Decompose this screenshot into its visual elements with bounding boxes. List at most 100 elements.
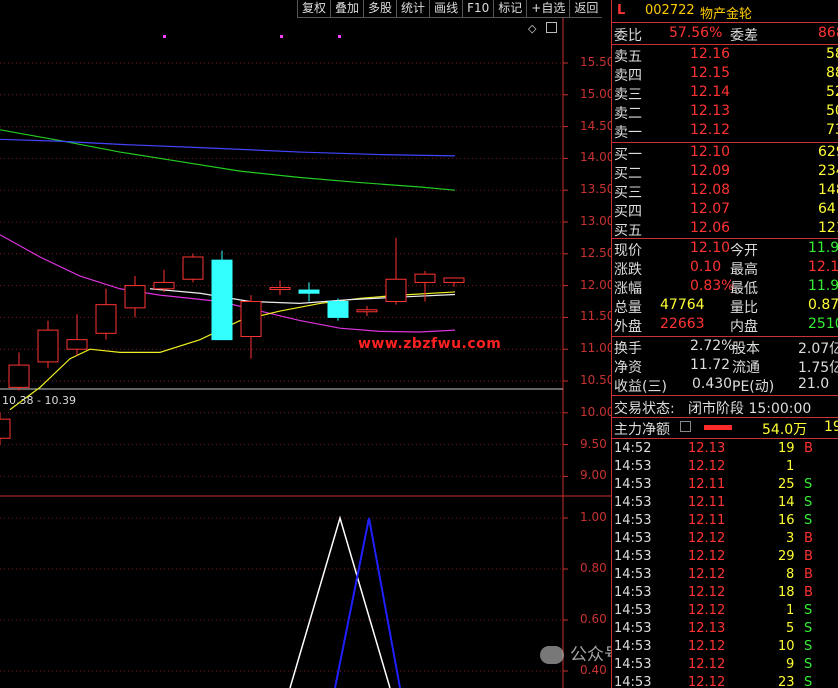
signal-dot <box>163 35 166 38</box>
price-tick-label: 10.00 <box>580 404 615 419</box>
trade-price: 12.12 <box>688 657 726 672</box>
toolbar-button-3[interactable]: 统计 <box>396 0 430 18</box>
trade-row: 14:53 12.12 3 B <box>612 530 838 548</box>
trade-direction: B <box>804 549 813 564</box>
diamond-icon[interactable]: ◇ <box>528 22 536 35</box>
toolbar-button-5[interactable]: F10 <box>462 0 494 18</box>
bid-price: 12.07 <box>690 201 731 217</box>
flow-extra: 19 <box>824 419 838 435</box>
indicator-tick-label: 1.00 <box>580 510 607 524</box>
candle-body <box>327 301 349 318</box>
weicha-label: 委差 <box>730 28 758 44</box>
trade-row: 14:53 12.12 29 B <box>612 548 838 566</box>
price-tick-label: 14.00 <box>580 150 615 165</box>
candle-body <box>414 273 436 283</box>
weibi-value: 57.56% <box>669 25 723 41</box>
trade-row: 14:53 12.12 1 S <box>612 602 838 620</box>
trade-volume: 18 <box>778 585 795 600</box>
price-tick-label: 10.50 <box>580 373 615 387</box>
trade-volume: 9 <box>786 657 795 672</box>
trade-direction: S <box>804 639 813 654</box>
trade-volume: 29 <box>778 549 795 564</box>
fund-value: 11.72 <box>690 357 731 373</box>
candle-body <box>124 285 146 309</box>
quote-label: 今开 <box>730 243 758 259</box>
toolbar-button-6[interactable]: 标记 <box>493 0 527 18</box>
quote-value: 11.99 <box>808 240 838 256</box>
toolbar-button-1[interactable]: 叠加 <box>330 0 364 18</box>
quote-label: 涨幅 <box>614 281 642 297</box>
stock-code[interactable]: 002722 <box>645 3 695 18</box>
divider <box>612 142 838 143</box>
flow-label: 主力净额 <box>614 422 670 438</box>
flow-value: 54.0万 <box>762 422 808 438</box>
signal-dot <box>280 35 283 38</box>
status-label: 交易状态: <box>614 401 675 417</box>
weicha-value: 868 <box>818 25 838 41</box>
toolbar-button-4[interactable]: 画线 <box>429 0 463 18</box>
stock-name[interactable]: 物产金轮 <box>700 3 752 22</box>
toolbar-button-0[interactable]: 复权 <box>297 0 331 18</box>
trade-volume: 8 <box>786 567 795 582</box>
trade-price: 12.13 <box>688 441 726 456</box>
signal-dot <box>338 35 341 38</box>
ask-volume: 88 <box>826 65 838 81</box>
window-icon[interactable] <box>546 22 557 33</box>
bid-price: 12.09 <box>690 163 731 179</box>
ask-price: 12.13 <box>690 103 731 119</box>
divider <box>612 336 838 337</box>
fund-label: 收益(三) <box>614 379 667 395</box>
bid-price: 12.06 <box>690 220 731 236</box>
trade-price: 12.11 <box>688 513 726 528</box>
price-tick-label: 15.00 <box>580 86 615 101</box>
trade-price: 12.12 <box>688 639 726 654</box>
trade-time: 14:53 <box>614 531 652 546</box>
trade-row: 14:53 12.12 10 S <box>612 638 838 656</box>
bid-volume: 148 <box>818 182 838 198</box>
toolbar-button-8[interactable]: 返回 <box>569 0 603 18</box>
candle-body <box>240 301 262 337</box>
trade-time: 14:53 <box>614 513 652 528</box>
quote-value: 0.10 <box>690 259 722 275</box>
indicator-blue <box>334 517 401 688</box>
toolbar-button-7[interactable]: +自选 <box>526 0 570 18</box>
ma-green <box>0 129 456 191</box>
divider <box>612 44 838 45</box>
trade-time: 14:53 <box>614 639 652 654</box>
divider <box>612 22 838 23</box>
ask-label: 卖三 <box>614 87 642 103</box>
bid-label: 买二 <box>614 166 642 182</box>
trade-row: 14:53 12.11 14 S <box>612 494 838 512</box>
trade-volume: 1 <box>786 603 795 618</box>
candle-body <box>95 304 117 334</box>
bid-price: 12.08 <box>690 182 731 198</box>
ask-price: 12.14 <box>690 84 731 100</box>
ask-label: 卖四 <box>614 68 642 84</box>
trade-direction: S <box>804 657 813 672</box>
trade-direction: S <box>804 495 813 510</box>
trade-price: 12.12 <box>688 549 726 564</box>
kline-chart[interactable] <box>0 0 611 688</box>
toolbar-button-2[interactable]: 多股 <box>363 0 397 18</box>
bid-label: 买四 <box>614 204 642 220</box>
price-tick-label: 12.50 <box>580 245 615 260</box>
trade-volume: 10 <box>778 639 795 654</box>
fund-value: 21.0 <box>798 376 830 392</box>
quote-value: 47764 <box>660 297 705 313</box>
quote-label: 量比 <box>730 300 758 316</box>
weibi-label: 委比 <box>614 28 642 44</box>
trade-price: 12.12 <box>688 459 726 474</box>
candle-body <box>37 329 59 363</box>
price-tick-label: 12.00 <box>580 277 615 292</box>
divider <box>612 417 838 418</box>
stock-header: L 002722 物产金轮 <box>612 0 838 22</box>
ask-volume: 52 <box>826 84 838 100</box>
trade-direction: S <box>804 603 813 618</box>
toolbar: 复权 叠加 多股 统计 画线 F10 标记 +自选 返回 <box>297 0 603 18</box>
price-tick-label: 9.50 <box>580 436 607 451</box>
flow-detail-icon[interactable] <box>680 421 691 432</box>
trade-direction: B <box>804 441 813 456</box>
fund-value: 2.72% <box>690 338 735 354</box>
fund-value: 2.07亿 <box>798 341 838 357</box>
fund-label: 股本 <box>732 341 760 357</box>
